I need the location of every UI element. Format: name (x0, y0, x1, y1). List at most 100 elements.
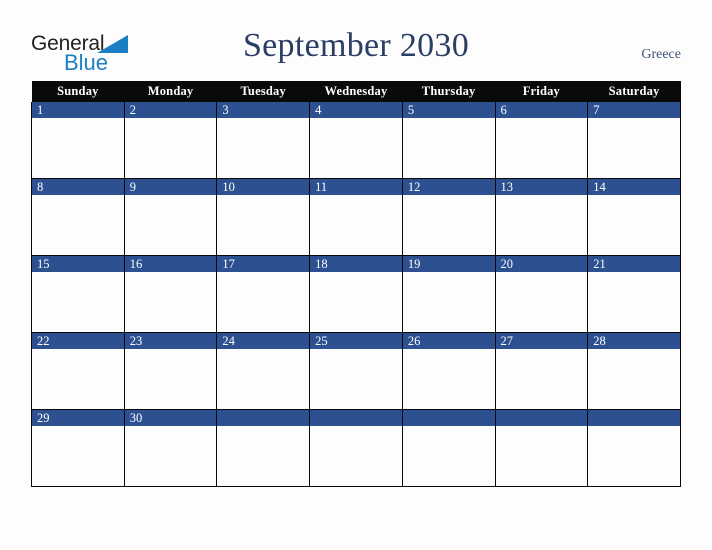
calendar-day-cell-empty (401, 409, 496, 487)
calendar-day-cell[interactable]: 14 (587, 178, 681, 256)
day-number: 13 (495, 179, 588, 195)
day-events[interactable] (310, 272, 402, 332)
calendar-day-cell[interactable]: 8 (31, 178, 125, 256)
calendar-week-row: 8 9 10 11 12 13 14 (31, 178, 681, 256)
calendar-day-cell[interactable]: 21 (587, 255, 681, 333)
weekday-header-saturday: Saturday (587, 81, 681, 102)
calendar-day-cell[interactable]: 27 (494, 332, 589, 410)
day-events[interactable] (32, 349, 124, 409)
calendar-day-cell[interactable]: 20 (494, 255, 589, 333)
day-number: 12 (402, 179, 495, 195)
calendar-day-cell[interactable]: 28 (587, 332, 681, 410)
calendar-day-cell[interactable]: 30 (123, 409, 218, 487)
day-events[interactable] (496, 195, 588, 255)
day-number: 7 (588, 102, 680, 118)
day-number (310, 410, 402, 426)
calendar-day-cell[interactable]: 15 (31, 255, 125, 333)
calendar-day-cell-empty (216, 409, 311, 487)
day-events[interactable] (125, 272, 217, 332)
day-number: 21 (588, 256, 680, 272)
calendar-day-cell[interactable]: 16 (123, 255, 218, 333)
calendar-day-cell[interactable]: 1 (31, 102, 125, 179)
calendar-day-cell[interactable]: 3 (216, 102, 311, 179)
calendar-day-cell[interactable]: 23 (123, 332, 218, 410)
day-number: 19 (402, 256, 495, 272)
calendar-day-cell[interactable]: 19 (401, 255, 496, 333)
day-number: 4 (310, 102, 402, 118)
day-events (310, 426, 402, 486)
calendar-day-cell[interactable]: 25 (309, 332, 403, 410)
day-events[interactable] (125, 118, 217, 178)
calendar-day-cell[interactable]: 6 (494, 102, 589, 179)
day-number: 26 (402, 333, 495, 349)
day-events[interactable] (32, 195, 124, 255)
day-events (588, 426, 680, 486)
calendar-week-row: 29 30 (31, 409, 681, 487)
calendar-day-cell-empty (309, 409, 403, 487)
day-events[interactable] (125, 349, 217, 409)
day-events[interactable] (217, 118, 309, 178)
weekday-header-sunday: Sunday (31, 81, 125, 102)
day-events[interactable] (588, 349, 680, 409)
day-events[interactable] (32, 118, 124, 178)
day-number: 29 (32, 410, 124, 426)
calendar-day-cell[interactable]: 10 (216, 178, 311, 256)
day-events (403, 426, 495, 486)
calendar-day-cell[interactable]: 12 (401, 178, 496, 256)
day-events[interactable] (32, 272, 124, 332)
calendar-week-row: 1 2 3 4 5 6 7 (31, 102, 681, 179)
day-events[interactable] (588, 195, 680, 255)
day-number (402, 410, 495, 426)
day-events[interactable] (310, 349, 402, 409)
day-number: 15 (32, 256, 124, 272)
calendar-day-cell[interactable]: 13 (494, 178, 589, 256)
day-events[interactable] (588, 118, 680, 178)
calendar-day-cell[interactable]: 9 (123, 178, 218, 256)
calendar-day-cell[interactable]: 4 (309, 102, 403, 179)
day-number: 14 (588, 179, 680, 195)
day-events[interactable] (310, 118, 402, 178)
day-number: 8 (32, 179, 124, 195)
calendar-day-cell[interactable]: 11 (309, 178, 403, 256)
day-events[interactable] (125, 426, 217, 486)
day-events[interactable] (217, 195, 309, 255)
day-events[interactable] (496, 349, 588, 409)
day-number: 10 (217, 179, 310, 195)
weekday-header-thursday: Thursday (402, 81, 496, 102)
day-events[interactable] (588, 272, 680, 332)
day-number (495, 410, 588, 426)
calendar-day-cell[interactable]: 7 (587, 102, 681, 179)
weekday-header-monday: Monday (124, 81, 217, 102)
day-number: 2 (124, 102, 217, 118)
day-events[interactable] (403, 272, 495, 332)
day-events[interactable] (125, 195, 217, 255)
day-events[interactable] (403, 118, 495, 178)
day-events (217, 426, 309, 486)
day-events[interactable] (496, 118, 588, 178)
day-number: 27 (495, 333, 588, 349)
day-number: 3 (217, 102, 310, 118)
calendar-day-cell[interactable]: 17 (216, 255, 311, 333)
calendar-day-cell[interactable]: 5 (401, 102, 496, 179)
calendar-body: 1 2 3 4 5 6 7 8 9 10 11 12 13 14 15 16 1… (31, 102, 681, 487)
calendar-day-cell[interactable]: 29 (31, 409, 125, 487)
day-events[interactable] (496, 272, 588, 332)
day-events[interactable] (217, 349, 309, 409)
day-events[interactable] (217, 272, 309, 332)
day-number: 30 (124, 410, 217, 426)
calendar-day-cell[interactable]: 26 (401, 332, 496, 410)
day-events[interactable] (403, 195, 495, 255)
day-number: 1 (32, 102, 124, 118)
calendar-day-cell[interactable]: 22 (31, 332, 125, 410)
country-label: Greece (641, 47, 681, 62)
day-events[interactable] (310, 195, 402, 255)
day-events[interactable] (32, 426, 124, 486)
calendar-day-cell[interactable]: 18 (309, 255, 403, 333)
calendar-day-cell[interactable]: 24 (216, 332, 311, 410)
calendar-day-cell-empty (494, 409, 589, 487)
day-number: 25 (310, 333, 402, 349)
calendar-day-cell[interactable]: 2 (123, 102, 218, 179)
day-events[interactable] (403, 349, 495, 409)
day-number: 5 (402, 102, 495, 118)
day-number (217, 410, 310, 426)
